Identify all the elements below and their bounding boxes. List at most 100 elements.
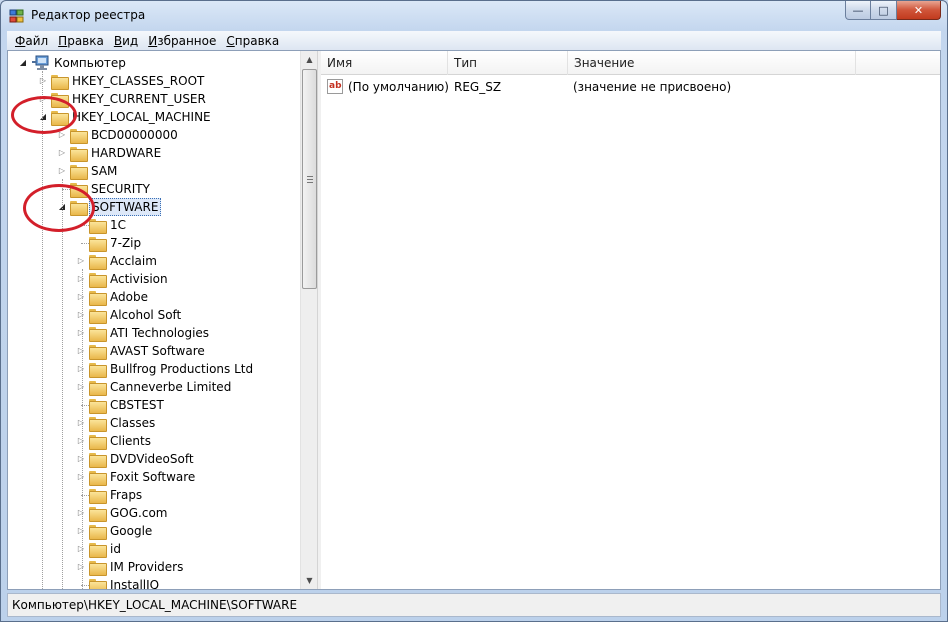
expand-closed-icon[interactable]: ▷ <box>76 432 86 450</box>
folder-icon <box>70 147 88 162</box>
minimize-button[interactable]: — <box>845 1 871 20</box>
column-type[interactable]: Тип <box>448 51 568 75</box>
expand-closed-icon[interactable]: ▷ <box>76 360 86 378</box>
close-button[interactable]: ✕ <box>897 1 941 20</box>
menu-favorites-label: збранное <box>157 33 217 48</box>
expand-closed-icon[interactable]: ▷ <box>76 414 86 432</box>
tree-node[interactable]: ▷ DVDVideoSoft <box>8 450 298 468</box>
expand-closed-icon[interactable]: ▷ <box>76 288 86 306</box>
expand-closed-icon[interactable]: ▷ <box>76 324 86 342</box>
tree-node[interactable]: ▷ Google <box>8 522 298 540</box>
expand-closed-icon[interactable]: ▷ <box>76 522 86 540</box>
expand-closed-icon[interactable]: ▷ <box>38 72 48 90</box>
expand-closed-icon[interactable]: ▷ <box>76 468 86 486</box>
tree-node[interactable]: ▷ SAM <box>8 162 298 180</box>
tree-node[interactable]: ▷ Acclaim <box>8 252 298 270</box>
tree-node[interactable]: ▷ Canneverbe Limited <box>8 378 298 396</box>
expand-open-icon[interactable]: ◢ <box>18 54 28 72</box>
registry-editor-window: Редактор реестра — □ ✕ Файл Правка Вид И… <box>0 0 948 622</box>
tree-node[interactable]: ▷ Classes <box>8 414 298 432</box>
tree-node[interactable]: CBSTEST <box>8 396 298 414</box>
menu-edit-label: равка <box>67 33 104 48</box>
tree-node[interactable]: ▷ id <box>8 540 298 558</box>
menu-help-label: правка <box>234 33 280 48</box>
expand-closed-icon[interactable]: ▷ <box>76 540 86 558</box>
folder-icon <box>89 273 107 288</box>
tree-guide-line <box>82 269 83 589</box>
folder-icon <box>89 255 107 270</box>
tree-node[interactable]: ▷ Alcohol Soft <box>8 306 298 324</box>
expand-closed-icon[interactable]: ▷ <box>76 306 86 324</box>
menu-help[interactable]: Справка <box>221 34 284 48</box>
tree-node-label: GOG.com <box>110 506 168 520</box>
title-bar[interactable]: Редактор реестра — □ ✕ <box>1 1 947 31</box>
expand-closed-icon[interactable]: ▷ <box>76 450 86 468</box>
folder-icon <box>89 471 107 486</box>
folder-icon <box>70 165 88 180</box>
tree-node[interactable]: ▷ Foxit Software <box>8 468 298 486</box>
tree-node-label: 1C <box>110 218 127 232</box>
tree-node-label: Fraps <box>110 488 143 502</box>
tree-node[interactable]: Fraps <box>8 486 298 504</box>
folder-icon <box>89 237 107 252</box>
tree-node-label: AVAST Software <box>110 344 205 358</box>
expand-closed-icon[interactable]: ▷ <box>57 162 67 180</box>
menu-view[interactable]: Вид <box>109 34 143 48</box>
folder-icon <box>89 327 107 342</box>
menu-favorites-accel: И <box>148 33 158 48</box>
tree-node[interactable]: ▷ Clients <box>8 432 298 450</box>
tree-node[interactable]: ▷ Adobe <box>8 288 298 306</box>
scroll-thumb[interactable] <box>302 69 317 289</box>
tree-node-label: SECURITY <box>91 182 150 196</box>
tree-scrollbar[interactable]: ▲ ▼ <box>300 51 317 589</box>
menu-edit[interactable]: Правка <box>53 34 109 48</box>
tree-node[interactable]: ▷ GOG.com <box>8 504 298 522</box>
tree-node[interactable]: 7-Zip <box>8 234 298 252</box>
value-name: (По умолчанию) <box>348 80 449 94</box>
expand-closed-icon[interactable]: ▷ <box>76 270 86 288</box>
window-title: Редактор реестра <box>31 8 146 22</box>
menu-favorites[interactable]: Избранное <box>143 34 221 48</box>
expand-closed-icon[interactable]: ▷ <box>57 144 67 162</box>
folder-icon <box>89 579 107 589</box>
menu-file[interactable]: Файл <box>10 34 53 48</box>
expand-closed-icon[interactable]: ▷ <box>76 342 86 360</box>
scroll-up-arrow-icon[interactable]: ▲ <box>301 51 317 68</box>
tree-node[interactable]: ▷ AVAST Software <box>8 342 298 360</box>
tree-node-label: Google <box>110 524 153 538</box>
tree-node-label: Canneverbe Limited <box>110 380 232 394</box>
menu-file-label: айл <box>25 33 49 48</box>
menu-help-accel: С <box>226 33 235 48</box>
tree-node-label: 7-Zip <box>110 236 142 250</box>
maximize-button[interactable]: □ <box>871 1 897 20</box>
expand-closed-icon[interactable]: ▷ <box>76 378 86 396</box>
tree-node-label: Classes <box>110 416 156 430</box>
tree-node[interactable]: InstallIQ <box>8 576 298 589</box>
list-row[interactable]: ab (По умолчанию) REG_SZ (значение не пр… <box>321 78 940 96</box>
tree-node-label: SOFTWARE <box>89 198 162 216</box>
menu-view-accel: В <box>113 33 123 48</box>
expand-closed-icon[interactable]: ▷ <box>76 252 86 270</box>
column-name[interactable]: Имя <box>321 51 448 75</box>
tree-node[interactable]: ▷ Activision <box>8 270 298 288</box>
tree-node[interactable]: ▷ IM Providers <box>8 558 298 576</box>
menu-view-label: ид <box>122 33 139 48</box>
menu-edit-accel: П <box>58 33 68 48</box>
tree-node[interactable]: ▷ HARDWARE <box>8 144 298 162</box>
tree-root[interactable]: ◢ Компьютер <box>8 54 298 72</box>
column-value[interactable]: Значение <box>568 51 856 75</box>
expand-closed-icon[interactable]: ▷ <box>76 558 86 576</box>
tree-node-label: HARDWARE <box>91 146 162 160</box>
tree-node-label: Bullfrog Productions Ltd <box>110 362 254 376</box>
value-type: REG_SZ <box>454 80 502 94</box>
values-list[interactable]: Имя Тип Значение ab (По умолчанию) REG_S… <box>321 51 940 589</box>
tree-node[interactable]: ▷ Bullfrog Productions Ltd <box>8 360 298 378</box>
caption-buttons: — □ ✕ <box>845 1 941 21</box>
tree-node[interactable]: ▷ HKEY_CLASSES_ROOT <box>8 72 298 90</box>
menu-bar: Файл Правка Вид Избранное Справка <box>7 31 941 50</box>
expand-closed-icon[interactable]: ▷ <box>76 504 86 522</box>
tree-node-label: Alcohol Soft <box>110 308 182 322</box>
tree-node[interactable]: ▷ ATI Technologies <box>8 324 298 342</box>
tree-node-label: DVDVideoSoft <box>110 452 194 466</box>
scroll-down-arrow-icon[interactable]: ▼ <box>301 572 317 589</box>
